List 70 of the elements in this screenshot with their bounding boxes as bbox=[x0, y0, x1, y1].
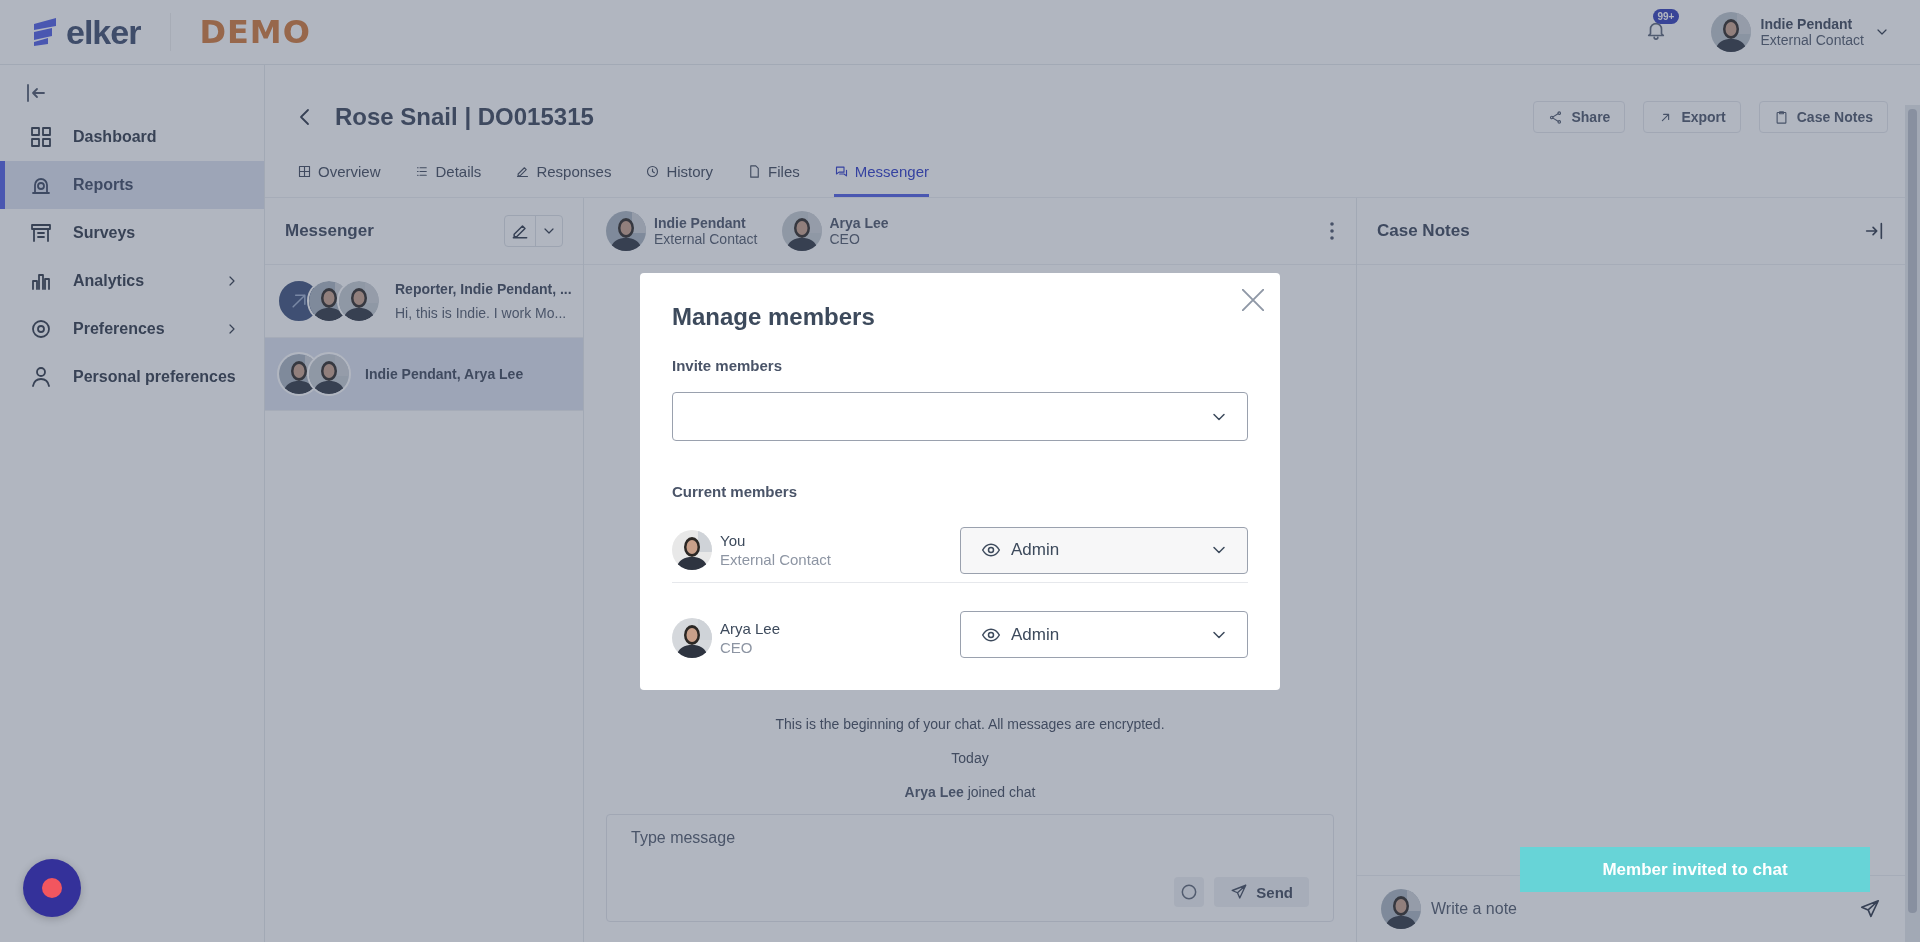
conversation-item[interactable]: Reporter, Indie Pendant, ... Hi, this is Indie. I work Mo... bbox=[265, 265, 583, 338]
member-name: You bbox=[720, 532, 747, 549]
collapse-right-icon bbox=[1863, 220, 1885, 242]
member-role: CEO bbox=[720, 639, 754, 656]
scrollbar[interactable] bbox=[1905, 105, 1920, 942]
panel-title: Case Notes bbox=[1377, 221, 1471, 241]
participant-name: Indie Pendant bbox=[654, 215, 747, 231]
tab[interactable]: Responses bbox=[515, 149, 612, 197]
tab[interactable]: Overview bbox=[297, 149, 381, 197]
user-role: External Contact bbox=[1760, 32, 1864, 48]
panel-title: Messenger bbox=[285, 221, 375, 241]
logo: elker bbox=[30, 12, 141, 52]
record-icon bbox=[42, 878, 62, 898]
person-icon bbox=[29, 365, 53, 389]
action-button[interactable]: Export bbox=[1643, 101, 1741, 133]
clock-icon bbox=[645, 164, 661, 179]
participant-name: Arya Lee bbox=[829, 215, 889, 231]
toast-message: Member invited to chat bbox=[1520, 847, 1870, 892]
close-icon bbox=[1242, 289, 1264, 311]
send-button[interactable]: Send bbox=[1214, 877, 1309, 907]
field-label: Invite members bbox=[672, 357, 784, 374]
grid-icon bbox=[297, 164, 312, 179]
grid-icon bbox=[29, 125, 53, 149]
member-name: Arya Lee bbox=[720, 620, 781, 637]
environment-label: DEMO bbox=[170, 13, 311, 51]
eye-icon bbox=[981, 540, 1001, 560]
conversation-preview: Hi, this is Indie. I work Mo... bbox=[395, 305, 568, 321]
user-name: Indie Pendant bbox=[1760, 16, 1854, 32]
permission-select[interactable]: Admin bbox=[960, 526, 1248, 574]
tab[interactable]: Messenger bbox=[833, 149, 929, 197]
message-field[interactable]: Type message Send bbox=[606, 814, 1334, 922]
sidebar-item[interactable]: Reports bbox=[0, 161, 264, 209]
list-icon bbox=[414, 164, 430, 179]
edit-icon bbox=[515, 164, 531, 179]
chat-icon bbox=[833, 164, 849, 179]
tab[interactable]: Files bbox=[747, 149, 800, 197]
sidebar-item[interactable]: Surveys bbox=[0, 209, 264, 257]
participant-role: External Contact bbox=[654, 231, 758, 247]
member-role: External Contact bbox=[720, 551, 831, 568]
send-icon bbox=[1230, 883, 1249, 901]
tab[interactable]: History bbox=[645, 149, 714, 197]
send-icon bbox=[1859, 898, 1881, 920]
notification-badge: 99+ bbox=[1652, 9, 1680, 24]
sidebar-item[interactable]: Dashboard bbox=[0, 113, 264, 161]
more-icon[interactable] bbox=[1330, 222, 1334, 240]
date-label: Today bbox=[951, 750, 989, 766]
clipboard-icon bbox=[1773, 109, 1789, 125]
conversation-item[interactable]: Indie Pendant, Arya Lee bbox=[265, 338, 583, 411]
note-field[interactable]: Write a note bbox=[1431, 900, 1849, 918]
chat-notice: This is the beginning of your chat. All messages are encrypted. bbox=[775, 716, 1165, 732]
collapse-icon bbox=[24, 81, 48, 105]
sidebar-item[interactable]: Analytics bbox=[0, 257, 264, 305]
tab[interactable]: Details bbox=[414, 149, 482, 197]
sidebar-item[interactable]: Personal preferences bbox=[0, 353, 264, 401]
action-button[interactable]: Share bbox=[1533, 101, 1626, 133]
invite-field[interactable] bbox=[672, 392, 1248, 441]
conversation-title: Reporter, Indie Pendant, ... bbox=[395, 281, 571, 297]
case-title: Rose Snail | DO015315 bbox=[335, 103, 595, 131]
conversation-title: Indie Pendant, Arya Lee bbox=[365, 366, 524, 382]
share-icon bbox=[1548, 109, 1564, 125]
record-button[interactable] bbox=[23, 859, 81, 917]
dialog-title: Manage members bbox=[672, 303, 876, 331]
action-button[interactable]: Case Notes bbox=[1758, 101, 1888, 133]
chat-event: Arya Lee joined chat bbox=[904, 784, 1036, 800]
store-icon bbox=[29, 221, 53, 245]
new-chat-button[interactable] bbox=[504, 215, 563, 247]
permission-select[interactable]: Admin bbox=[960, 611, 1248, 658]
section-label: Current members bbox=[672, 483, 799, 500]
sidebar-item[interactable]: Preferences bbox=[0, 305, 264, 353]
participant-role: CEO bbox=[829, 231, 861, 247]
